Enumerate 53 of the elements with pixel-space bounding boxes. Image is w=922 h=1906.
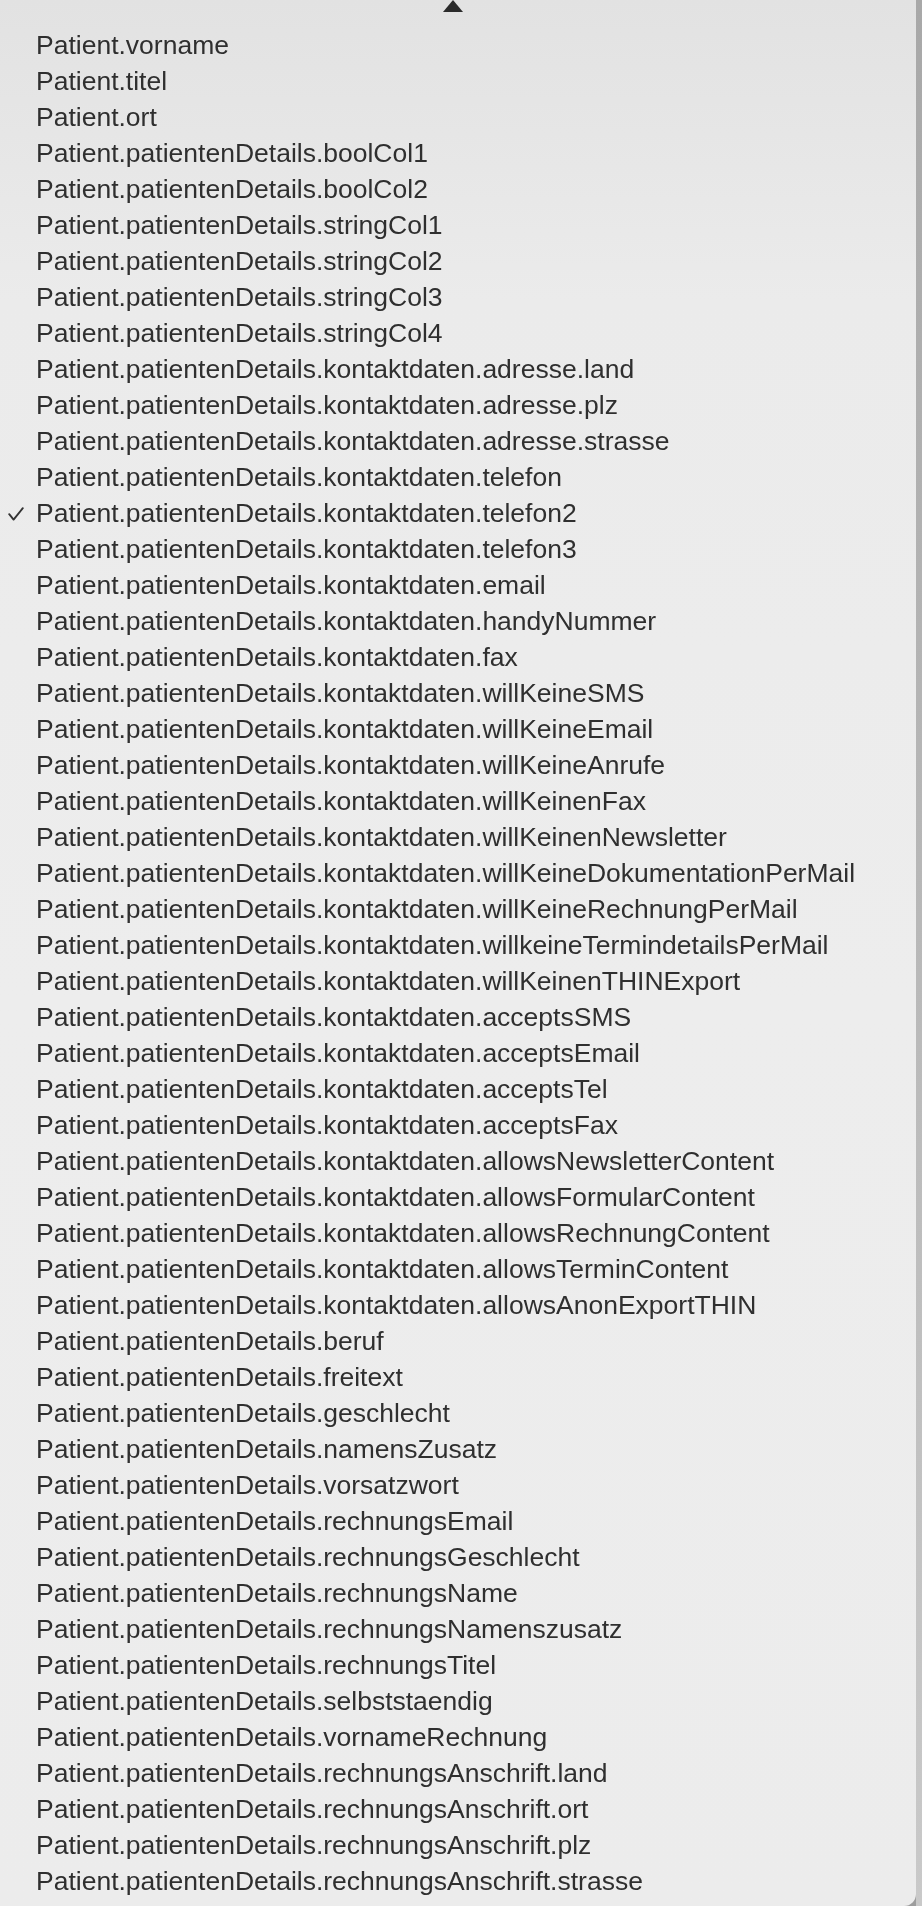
menu-item[interactable]: Patient.patientenDetails.kontaktdaten.adresse.plz	[0, 387, 916, 423]
menu-item[interactable]: Patient.patientenDetails.selbststaendig	[0, 1683, 916, 1719]
menu-item[interactable]: Patient.patientenDetails.rechnungsAnschrift.ort	[0, 1791, 916, 1827]
menu-item[interactable]: Patient.patientenDetails.boolCol2	[0, 171, 916, 207]
menu-item[interactable]: Patient.patientenDetails.kontaktdaten.allowsTerminContent	[0, 1251, 916, 1287]
menu-item[interactable]: Patient.patientenDetails.kontaktdaten.willKeineAnrufe	[0, 747, 916, 783]
menu-item[interactable]: Patient.patientenDetails.stringCol3	[0, 279, 916, 315]
menu-item[interactable]: Patient.patientenDetails.namensZusatz	[0, 1431, 916, 1467]
menu-item[interactable]: Patient.patientenDetails.kontaktdaten.allowsNewsletterContent	[0, 1143, 916, 1179]
menu-item[interactable]: Patient.patientenDetails.kontaktdaten.email	[0, 567, 916, 603]
menu-item[interactable]: Patient.patientenDetails.vornameRechnung	[0, 1719, 916, 1755]
menu-item[interactable]: Patient.patientenDetails.rechnungsEmail	[0, 1503, 916, 1539]
menu-item[interactable]: Patient.patientenDetails.rechnungsName	[0, 1575, 916, 1611]
menu-item[interactable]: Patient.patientenDetails.rechnungsAnschrift.land	[0, 1755, 916, 1791]
menu-item[interactable]: Patient.ort	[0, 99, 916, 135]
menu-item[interactable]: Patient.patientenDetails.kontaktdaten.acceptsEmail	[0, 1035, 916, 1071]
menu-item[interactable]: Patient.vorname	[0, 27, 916, 63]
menu-item[interactable]: Patient.patientenDetails.rechnungsTitel	[0, 1647, 916, 1683]
menu-item[interactable]: Patient.patientenDetails.kontaktdaten.willKeinenFax	[0, 783, 916, 819]
menu-item[interactable]: Patient.patientenDetails.boolCol1	[0, 135, 916, 171]
menu-item[interactable]: Patient.patientenDetails.geschlecht	[0, 1395, 916, 1431]
menu-item[interactable]: Patient.patientenDetails.kontaktdaten.willKeinenNewsletter	[0, 819, 916, 855]
menu-item[interactable]: Patient.patientenDetails.kontaktdaten.allowsFormularContent	[0, 1179, 916, 1215]
menu-item[interactable]: Patient.patientenDetails.kontaktdaten.adresse.land	[0, 351, 916, 387]
menu-item[interactable]: Patient.patientenDetails.stringCol1	[0, 207, 916, 243]
menu-item[interactable]: Patient.patientenDetails.stringCol2	[0, 243, 916, 279]
menu-item[interactable]: Patient.patientenDetails.rechnungsAnschrift.plz	[0, 1827, 916, 1863]
menu-item[interactable]: Patient.patientenDetails.freitext	[0, 1359, 916, 1395]
menu-item[interactable]: Patient.patientenDetails.vorsatzwort	[0, 1467, 916, 1503]
menu-item[interactable]: Patient.patientenDetails.kontaktdaten.telefon2	[0, 495, 916, 531]
menu-item[interactable]: Patient.patientenDetails.kontaktdaten.telefon	[0, 459, 916, 495]
menu-item[interactable]: Patient.patientenDetails.kontaktdaten.willKeinenTHINExport	[0, 963, 916, 999]
menu-item[interactable]: Patient.patientenDetails.rechnungsNamenszusatz	[0, 1611, 916, 1647]
menu-item[interactable]: Patient.patientenDetails.kontaktdaten.adresse.strasse	[0, 423, 916, 459]
menu-item[interactable]: Patient.patientenDetails.stringCol4	[0, 315, 916, 351]
menu-item[interactable]: Patient.patientenDetails.kontaktdaten.willKeineEmail	[0, 711, 916, 747]
menu-item[interactable]: Patient.patientenDetails.rechnungsGeschlecht	[0, 1539, 916, 1575]
menu-item[interactable]: Patient.patientenDetails.rechnungsAnschrift.strasse	[0, 1863, 916, 1899]
menu-item[interactable]: Patient.patientenDetails.kontaktdaten.fax	[0, 639, 916, 675]
menu-item[interactable]: Patient.patientenDetails.kontaktdaten.acceptsFax	[0, 1107, 916, 1143]
scroll-up-arrow-icon[interactable]	[443, 0, 463, 12]
menu-item[interactable]: Patient.patientenDetails.kontaktdaten.handyNummer	[0, 603, 916, 639]
menu-item[interactable]: Patient.patientenDetails.kontaktdaten.willKeineDokumentationPerMail	[0, 855, 916, 891]
menu-item[interactable]: Patient.patientenDetails.kontaktdaten.acceptsSMS	[0, 999, 916, 1035]
menu-item[interactable]: Patient.patientenDetails.kontaktdaten.acceptsTel	[0, 1071, 916, 1107]
menu-item[interactable]: Patient.titel	[0, 63, 916, 99]
menu-item[interactable]: Patient.patientenDetails.kontaktdaten.telefon3	[0, 531, 916, 567]
menu-item[interactable]: Patient.patientenDetails.kontaktdaten.allowsAnonExportTHIN	[0, 1287, 916, 1323]
menu-item[interactable]: Patient.patientenDetails.beruf	[0, 1323, 916, 1359]
menu-item[interactable]: Patient.patientenDetails.kontaktdaten.allowsRechnungContent	[0, 1215, 916, 1251]
menu-item[interactable]: Patient.patientenDetails.kontaktdaten.willkeineTermindetailsPerMail	[0, 927, 916, 963]
menu-item[interactable]: Patient.patientenDetails.kontaktdaten.willKeineSMS	[0, 675, 916, 711]
menu-item[interactable]: Patient.patientenDetails.kontaktdaten.willKeineRechnungPerMail	[0, 891, 916, 927]
